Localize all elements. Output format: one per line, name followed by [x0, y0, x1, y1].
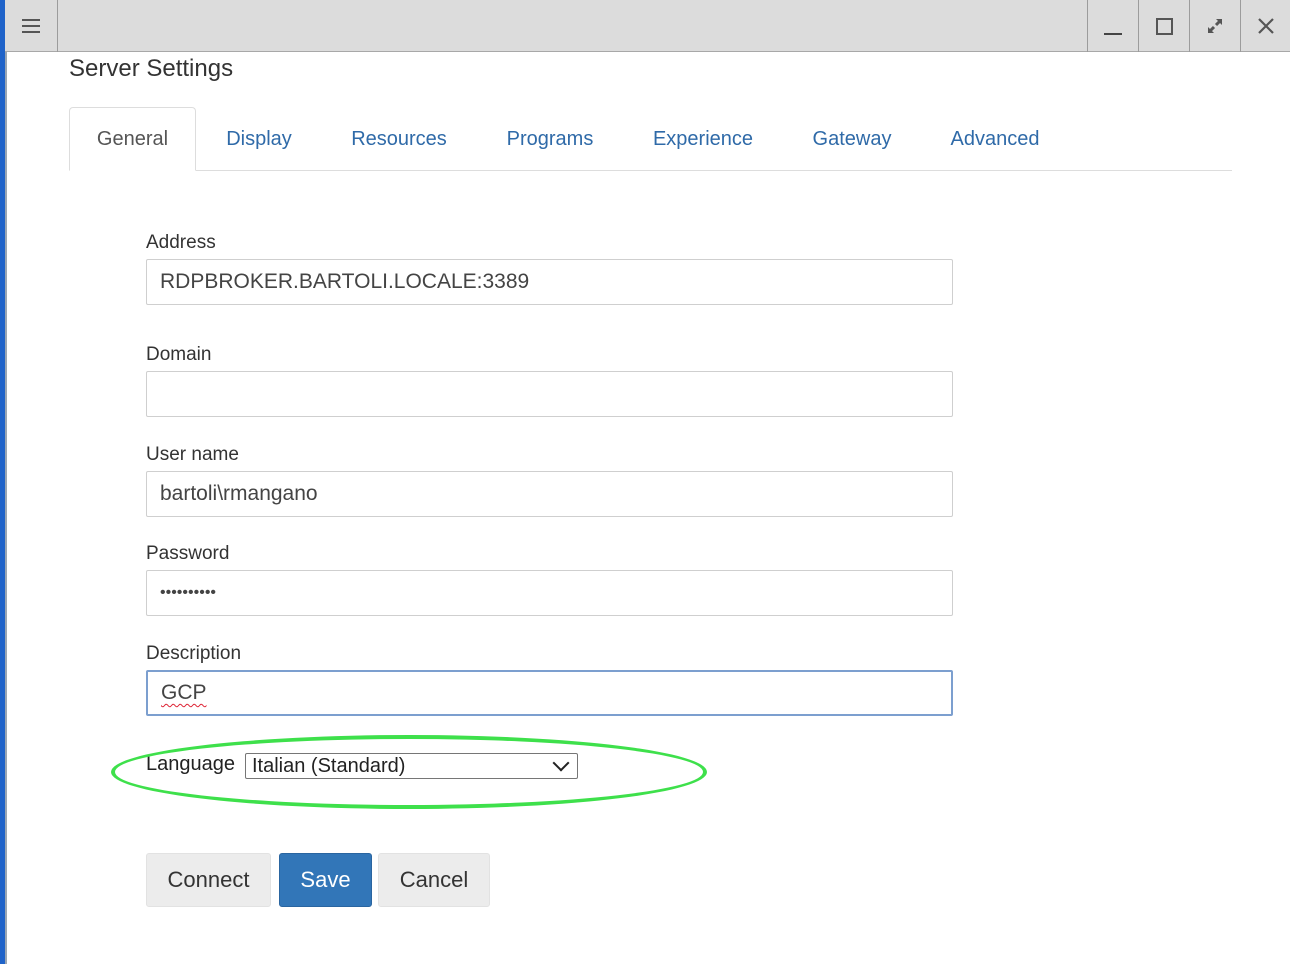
hamburger-icon[interactable] [5, 0, 58, 52]
password-label: Password [146, 543, 230, 564]
chevron-down-icon [552, 754, 570, 772]
tab-resources[interactable]: Resources [334, 107, 464, 171]
tab-gateway[interactable]: Gateway [796, 107, 908, 171]
connect-button[interactable]: Connect [146, 853, 271, 907]
tab-programs[interactable]: Programs [490, 107, 610, 171]
description-label: Description [146, 643, 242, 664]
language-selected: Italian (Standard) [252, 754, 406, 777]
minimize-icon[interactable] [1087, 0, 1138, 52]
tab-general[interactable]: General [69, 107, 196, 171]
username-value: bartoli\rmangano [160, 482, 318, 505]
window-border [5, 52, 7, 964]
address-value: RDPBROKER.BARTOLI.LOCALE:3389 [160, 270, 530, 293]
password-value: •••••••••• [160, 584, 217, 601]
close-icon[interactable] [1240, 0, 1290, 52]
tab-experience[interactable]: Experience [636, 107, 770, 171]
tab-advanced[interactable]: Advanced [934, 107, 1056, 171]
address-field[interactable]: RDPBROKER.BARTOLI.LOCALE:3389 [146, 259, 953, 305]
domain-label: Domain [146, 344, 212, 365]
tab-display[interactable]: Display [206, 107, 312, 171]
maximize-icon[interactable] [1138, 0, 1189, 52]
password-field[interactable]: •••••••••• [146, 570, 953, 616]
username-label: User name [146, 444, 239, 465]
domain-field[interactable] [146, 371, 953, 417]
username-field[interactable]: bartoli\rmangano [146, 471, 953, 517]
description-value: GCP [161, 681, 207, 704]
window-titlebar [5, 0, 1290, 52]
cancel-button[interactable]: Cancel [378, 853, 490, 907]
language-label: Language [146, 753, 235, 775]
restore-icon[interactable] [1189, 0, 1240, 52]
save-button[interactable]: Save [279, 853, 372, 907]
description-field[interactable]: GCP [146, 670, 953, 716]
language-select[interactable]: Italian (Standard) [245, 753, 578, 779]
page-title: Server Settings [69, 55, 234, 82]
address-label: Address [146, 232, 216, 253]
